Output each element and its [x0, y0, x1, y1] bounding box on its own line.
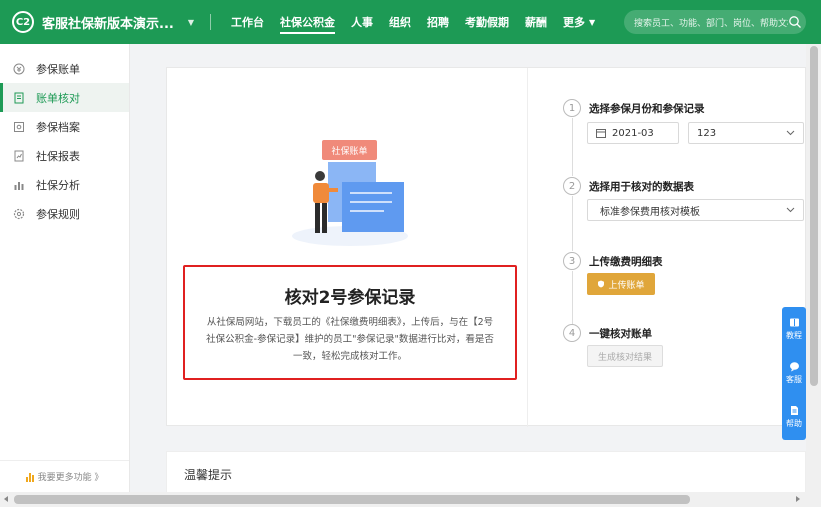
report-icon [12, 149, 26, 163]
sidebar-item-bill-check[interactable]: 账单核对 [0, 83, 129, 112]
shield-icon [598, 280, 605, 288]
scroll-right-arrow-icon[interactable] [796, 496, 800, 502]
app-logo[interactable]: C2 [12, 11, 34, 33]
more-features-label: 我要更多功能 》 [37, 473, 104, 483]
gear-icon [12, 207, 26, 221]
floating-toolbar: 教程 客服 帮助 [782, 307, 806, 440]
tips-title: 温馨提示 [184, 468, 233, 482]
doc-icon [790, 406, 798, 415]
sidebar-item-label: 参保规则 [36, 207, 80, 221]
template-value: 标准参保费用核对模板 [600, 206, 700, 218]
customer-service-label: 客服 [786, 375, 802, 384]
step-number: 4 [563, 324, 581, 342]
app-title[interactable]: 客服社保新版本演示... [42, 13, 174, 32]
bill-icon [12, 62, 26, 76]
sidebar-item-archive[interactable]: 参保档案 [0, 112, 129, 141]
sidebar-item-label: 参保档案 [36, 120, 80, 134]
horizontal-scrollbar[interactable] [0, 492, 806, 507]
card-title: 核对2号参保记录 [284, 288, 416, 308]
chevron-down-icon [786, 207, 795, 213]
upload-bill-button[interactable]: 上传账单 [587, 273, 655, 295]
archive-icon [12, 120, 26, 134]
record-select[interactable]: 123 [688, 122, 804, 144]
step-title: 一键核对账单 [589, 328, 652, 340]
tips-panel: 温馨提示 [166, 451, 806, 493]
nav-item-more[interactable]: 更多 ▼ [555, 0, 603, 44]
search-icon[interactable] [788, 15, 802, 29]
record-value: 123 [697, 127, 717, 139]
highlight-box: 核对2号参保记录 从社保局网站，下载员工的《社保缴费明细表》，上传后，与在【2号… [183, 265, 517, 380]
month-value: 2021-03 [612, 127, 654, 139]
sidebar-item-insurance-bill[interactable]: 参保账单 [0, 54, 129, 83]
step-title: 选择用于核对的数据表 [589, 181, 694, 193]
nav-item-recruitment[interactable]: 招聘 [419, 0, 457, 44]
nav-item-social-security[interactable]: 社保公积金 [272, 0, 343, 44]
nav-more-label: 更多 [562, 16, 585, 29]
step-connector [572, 196, 573, 251]
scrollbar-corner [806, 492, 821, 507]
customer-service-button[interactable]: 客服 [786, 351, 802, 395]
divider [209, 14, 211, 30]
tutorial-button[interactable]: 教程 [786, 307, 802, 351]
generate-result-button[interactable]: 生成核对结果 [587, 345, 663, 367]
sidebar-item-report[interactable]: 社保报表 [0, 141, 129, 170]
help-label: 帮助 [786, 419, 802, 428]
nav-item-personnel[interactable]: 人事 [343, 0, 381, 44]
chevron-down-icon: ▼ [588, 17, 596, 27]
nav-item-attendance[interactable]: 考勤假期 [457, 0, 517, 44]
month-picker[interactable]: 2021-03 [587, 122, 679, 144]
check-doc-icon [12, 91, 26, 105]
scroll-left-arrow-icon[interactable] [4, 496, 8, 502]
step-title: 选择参保月份和参保记录 [589, 103, 705, 115]
nav-item-organization[interactable]: 组织 [381, 0, 419, 44]
card-description: 从社保局网站，下载员工的《社保缴费明细表》，上传后，与在【2号社保公积金-参保记… [206, 317, 494, 362]
sidebar-item-rules[interactable]: 参保规则 [0, 199, 129, 228]
step-number: 2 [563, 177, 581, 195]
chevron-down-icon[interactable]: ▼ [188, 18, 194, 27]
global-search[interactable]: 搜索员工、功能、部门、岗位、帮助文档 [624, 10, 806, 34]
step-number: 3 [563, 252, 581, 270]
sidebar-item-label: 参保账单 [36, 62, 80, 76]
help-button[interactable]: 帮助 [786, 395, 802, 439]
chevron-down-icon [786, 130, 795, 136]
more-features-link[interactable]: 我要更多功能 》 [0, 460, 129, 492]
step-number: 1 [563, 99, 581, 117]
nav-item-payroll[interactable]: 薪酬 [517, 0, 555, 44]
top-bar: C2 客服社保新版本演示... ▼ 工作台 社保公积金 人事 组织 招聘 考勤假… [0, 0, 821, 44]
bill-illustration: 社保账单 [292, 140, 408, 246]
sidebar-item-label: 账单核对 [36, 91, 80, 105]
calendar-icon [596, 129, 606, 138]
book-icon [789, 318, 799, 327]
sidebar-item-analysis[interactable]: 社保分析 [0, 170, 129, 199]
search-input[interactable]: 搜索员工、功能、部门、岗位、帮助文档 [634, 16, 788, 29]
step-connector [572, 118, 573, 176]
bar-chart-icon [25, 472, 34, 482]
step-title: 上传缴费明细表 [589, 256, 663, 268]
sidebar-item-label: 社保报表 [36, 149, 80, 163]
divider [527, 68, 528, 427]
bar-chart-icon [12, 178, 26, 192]
sidebar: 参保账单 账单核对 参保档案 社保报表 社保分析 参保规则 我要更多功能 》 [0, 44, 130, 492]
illustration-tag: 社保账单 [331, 145, 367, 157]
sidebar-item-label: 社保分析 [36, 178, 80, 192]
nav-item-workbench[interactable]: 工作台 [223, 0, 272, 44]
vertical-scrollbar[interactable] [806, 44, 821, 492]
bill-check-card: 社保账单 核对2号参保记录 从社保局网站，下载员工的《社保缴费明细表》，上传后，… [166, 67, 806, 427]
tutorial-label: 教程 [786, 331, 802, 340]
scrollbar-thumb[interactable] [14, 495, 690, 504]
upload-bill-label: 上传账单 [608, 280, 645, 291]
template-select[interactable]: 标准参保费用核对模板 [587, 199, 804, 221]
chat-icon [789, 362, 799, 372]
scrollbar-thumb[interactable] [810, 46, 818, 386]
main-nav: 工作台 社保公积金 人事 组织 招聘 考勤假期 薪酬 更多 ▼ [223, 0, 603, 44]
